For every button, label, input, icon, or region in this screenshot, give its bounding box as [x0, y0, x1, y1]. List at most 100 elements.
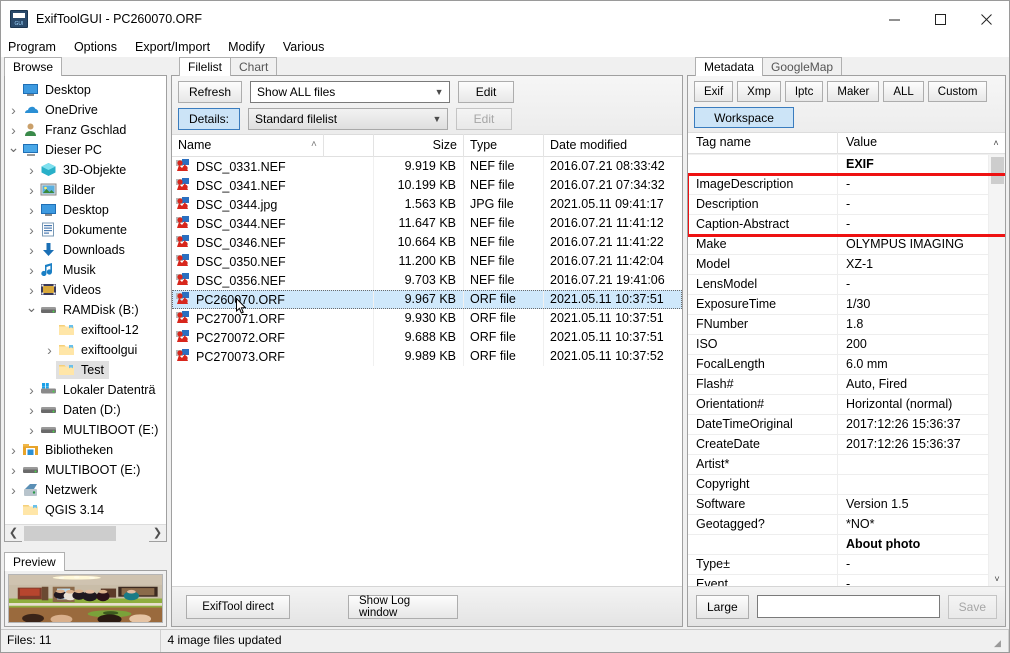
- chevron-right-icon[interactable]: [23, 162, 40, 178]
- metadata-row[interactable]: FocalLength6.0 mm: [688, 355, 988, 375]
- metadata-group-maker[interactable]: Maker: [827, 81, 879, 102]
- metadata-row[interactable]: Orientation#Horizontal (normal): [688, 395, 988, 415]
- tree-item-franz-gschlad[interactable]: Franz Gschlad: [5, 120, 166, 140]
- column-header-name[interactable]: Name: [172, 134, 374, 157]
- filelist-rows[interactable]: DSC_0331.NEF9.919 KBNEF file2016.07.21 0…: [172, 157, 682, 586]
- chevron-right-icon[interactable]: [23, 402, 40, 418]
- tree-item-test[interactable]: Test: [5, 360, 166, 380]
- tree-item-musik[interactable]: Musik: [5, 260, 166, 280]
- close-button[interactable]: [963, 1, 1009, 37]
- metadata-row[interactable]: Geotagged?*NO*: [688, 515, 988, 535]
- tree-item-desktop[interactable]: Desktop: [5, 80, 166, 100]
- chevron-right-icon[interactable]: [23, 422, 40, 438]
- metadata-group-exif[interactable]: Exif: [694, 81, 733, 102]
- tree-item-videos[interactable]: Videos: [5, 280, 166, 300]
- tree-item-netzwerk[interactable]: Netzwerk: [5, 480, 166, 500]
- metadata-group-all[interactable]: ALL: [883, 81, 923, 102]
- tree-item-bibliotheken[interactable]: Bibliotheken: [5, 440, 166, 460]
- chevron-right-icon[interactable]: [23, 182, 40, 198]
- metadata-row[interactable]: MakeOLYMPUS IMAGING CORP.: [688, 235, 988, 255]
- metadata-row[interactable]: Type±-: [688, 555, 988, 575]
- tree-item-multiboot-e[interactable]: MULTIBOOT (E:): [5, 460, 166, 480]
- chevron-right-icon[interactable]: [5, 122, 22, 138]
- tree-item-bilder[interactable]: Bilder: [5, 180, 166, 200]
- metadata-row[interactable]: Description-: [688, 195, 988, 215]
- menu-export-import[interactable]: Export/Import: [135, 40, 219, 54]
- maximize-button[interactable]: [917, 1, 963, 37]
- chevron-right-icon[interactable]: [5, 462, 22, 478]
- column-header-size[interactable]: Size: [374, 134, 464, 157]
- column-header-value[interactable]: Value: [838, 132, 987, 154]
- tree-item-qgis-3-14[interactable]: QGIS 3.14: [5, 500, 166, 520]
- filelist-layout-select[interactable]: Standard filelist ▼: [248, 108, 448, 130]
- tab-browse[interactable]: Browse: [4, 57, 62, 76]
- metadata-group-custom[interactable]: Custom: [928, 81, 988, 102]
- metadata-group-iptc[interactable]: Iptc: [785, 81, 824, 102]
- column-header-type[interactable]: Type: [464, 134, 544, 157]
- filelist-row[interactable]: DSC_0344.jpg1.563 KBJPG file2021.05.11 0…: [172, 195, 682, 214]
- metadata-row[interactable]: ImageDescription-: [688, 175, 988, 195]
- file-filter-select[interactable]: Show ALL files ▼: [250, 81, 450, 103]
- metadata-row[interactable]: ModelXZ-1: [688, 255, 988, 275]
- metadata-row[interactable]: Flash#Auto, Fired: [688, 375, 988, 395]
- metadata-row[interactable]: ExposureTime1/30: [688, 295, 988, 315]
- show-log-window-button[interactable]: Show Log window: [348, 595, 458, 619]
- filelist-row[interactable]: DSC_0344.NEF11.647 KBNEF file2016.07.21 …: [172, 214, 682, 233]
- filelist-row[interactable]: DSC_0341.NEF10.199 KBNEF file2016.07.21 …: [172, 176, 682, 195]
- workspace-button[interactable]: Workspace: [694, 107, 794, 128]
- tree-item-exiftoolgui[interactable]: exiftoolgui: [5, 340, 166, 360]
- filelist-row[interactable]: PC260070.ORF9.967 KBORF file2021.05.11 1…: [172, 290, 682, 309]
- chevron-right-icon[interactable]: [23, 242, 40, 258]
- filelist-row[interactable]: DSC_0346.NEF10.664 KBNEF file2016.07.21 …: [172, 233, 682, 252]
- tree-horizontal-scrollbar[interactable]: ❮ ❯: [5, 524, 166, 541]
- scroll-up-icon[interactable]: ˄: [987, 138, 1005, 148]
- column-header-date[interactable]: Date modified: [544, 134, 682, 157]
- metadata-row[interactable]: Artist*: [688, 455, 988, 475]
- filelist-row[interactable]: PC270072.ORF9.688 KBORF file2021.05.11 1…: [172, 328, 682, 347]
- large-button[interactable]: Large: [696, 595, 749, 619]
- tree-item-downloads[interactable]: Downloads: [5, 240, 166, 260]
- metadata-row[interactable]: SoftwareVersion 1.5: [688, 495, 988, 515]
- tab-chart[interactable]: Chart: [230, 57, 277, 76]
- scroll-right-icon[interactable]: ❯: [149, 525, 166, 542]
- metadata-row[interactable]: LensModel-: [688, 275, 988, 295]
- refresh-button[interactable]: Refresh: [178, 81, 242, 103]
- chevron-right-icon[interactable]: [5, 442, 22, 458]
- edit-filter-button[interactable]: Edit: [458, 81, 514, 103]
- tree-item-onedrive[interactable]: OneDrive: [5, 100, 166, 120]
- tab-googlemap[interactable]: GoogleMap: [762, 57, 842, 76]
- menu-modify[interactable]: Modify: [228, 40, 274, 54]
- chevron-down-icon[interactable]: [5, 142, 22, 159]
- scroll-down-icon[interactable]: ˅: [989, 574, 1005, 584]
- metadata-section-row[interactable]: About photo: [688, 535, 988, 555]
- filelist-row[interactable]: DSC_0356.NEF9.703 KBNEF file2016.07.21 1…: [172, 271, 682, 290]
- metadata-scrollbar[interactable]: ˅: [988, 155, 1005, 586]
- minimize-button[interactable]: [871, 1, 917, 37]
- menu-program[interactable]: Program: [8, 40, 65, 54]
- chevron-right-icon[interactable]: [23, 282, 40, 298]
- chevron-down-icon[interactable]: [23, 302, 40, 319]
- filelist-row[interactable]: DSC_0350.NEF11.200 KBNEF file2016.07.21 …: [172, 252, 682, 271]
- tree-item-desktop[interactable]: Desktop: [5, 200, 166, 220]
- tab-metadata[interactable]: Metadata: [695, 57, 763, 76]
- details-button[interactable]: Details:: [178, 108, 240, 130]
- chevron-right-icon[interactable]: [5, 102, 22, 118]
- chevron-right-icon[interactable]: [23, 222, 40, 238]
- tree-item-lokaler-datentr[interactable]: Lokaler Datenträ: [5, 380, 166, 400]
- chevron-right-icon[interactable]: [5, 482, 22, 498]
- tree-item-ramdisk-b[interactable]: RAMDisk (B:): [5, 300, 166, 320]
- chevron-right-icon[interactable]: [23, 262, 40, 278]
- metadata-rows[interactable]: EXIFImageDescription-Description-Caption…: [688, 155, 988, 586]
- tab-filelist[interactable]: Filelist: [179, 57, 231, 76]
- metadata-row[interactable]: CreateDate2017:12:26 15:36:37: [688, 435, 988, 455]
- metadata-scroll-thumb[interactable]: [991, 157, 1004, 184]
- metadata-value-input[interactable]: [757, 595, 940, 618]
- tree-hscroll-track[interactable]: [22, 525, 149, 542]
- menu-options[interactable]: Options: [74, 40, 126, 54]
- menu-various[interactable]: Various: [283, 40, 333, 54]
- chevron-right-icon[interactable]: [41, 342, 58, 358]
- scroll-left-icon[interactable]: ❮: [5, 525, 22, 542]
- metadata-row[interactable]: Caption-Abstract-: [688, 215, 988, 235]
- metadata-group-xmp[interactable]: Xmp: [737, 81, 781, 102]
- tree-item-dokumente[interactable]: Dokumente: [5, 220, 166, 240]
